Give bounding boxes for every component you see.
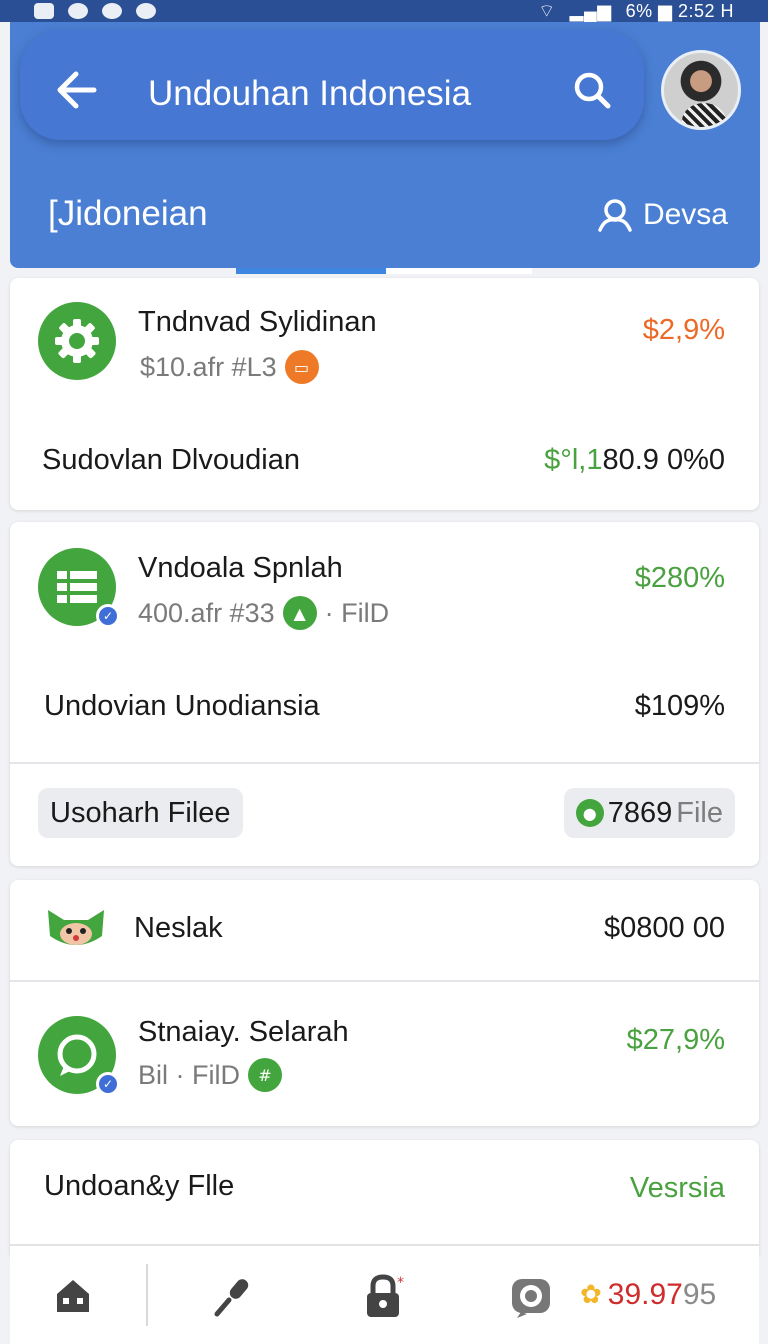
badge-icon: ▭ bbox=[284, 350, 319, 384]
file-count: 7869 bbox=[607, 796, 673, 829]
avatar-body bbox=[682, 103, 726, 127]
search-bar[interactable]: Undouhan Indonesia bbox=[20, 30, 644, 140]
row-value: $0800 00 bbox=[604, 912, 725, 944]
nav-camera[interactable] bbox=[506, 1271, 556, 1321]
nav-lock[interactable]: * bbox=[360, 1271, 410, 1321]
item-subtitle: Bil · FilD # bbox=[138, 1058, 282, 1092]
status-bar: ⌔ ▂▄▆ 6% ▆ 2:52 H bbox=[0, 0, 768, 22]
item-subtitle-text: $10.afr #L3 bbox=[140, 351, 277, 382]
row-value: $109% bbox=[634, 690, 725, 722]
nav-voice[interactable] bbox=[208, 1271, 258, 1321]
lock-icon: * bbox=[367, 1274, 404, 1317]
item-subtitle-text: Bil · FilD bbox=[138, 1059, 240, 1090]
app-icon-3: ✓ bbox=[38, 1016, 120, 1096]
bottom-nav: * ✿ 39.97 95 bbox=[10, 1244, 759, 1344]
app-icon-1 bbox=[38, 302, 116, 380]
user-filter-label: Devsa bbox=[642, 198, 728, 231]
app-header: Undouhan Indonesia [Jidoneian Devsa bbox=[10, 22, 760, 268]
row-value-b: 80.9 0%0 bbox=[602, 444, 725, 476]
chat-bubble-icon bbox=[57, 1034, 97, 1076]
item-title: Stnaiay. Selarah bbox=[138, 1016, 349, 1048]
location-icon bbox=[136, 3, 156, 19]
nav-separator bbox=[146, 1264, 148, 1326]
search-title: Undouhan Indonesia bbox=[148, 74, 472, 113]
item-value: $2,9% bbox=[642, 314, 725, 346]
row-label: Undovian Unodiansia bbox=[44, 690, 320, 722]
file-count-chip[interactable]: ● 7869 File bbox=[563, 788, 735, 838]
flower-icon: ✿ bbox=[580, 1280, 602, 1310]
item-subtitle: $10.afr #L3 ▭ bbox=[140, 350, 319, 384]
wifi-icon: ⌔ bbox=[538, 0, 556, 21]
item-subtitle: 400.afr #33 ▲ · FilD bbox=[138, 596, 389, 630]
svg-text:*: * bbox=[397, 1275, 404, 1291]
search-button[interactable] bbox=[566, 64, 618, 116]
signal-icon: ▂▄▆ bbox=[569, 0, 612, 21]
status-text: 6% ▆ 2:52 H bbox=[625, 0, 734, 21]
item-value: $280% bbox=[634, 562, 725, 594]
avatar[interactable] bbox=[661, 50, 741, 130]
app-icon-2: ✓ bbox=[38, 548, 120, 628]
gallery-icon bbox=[34, 3, 54, 19]
nav-score[interactable]: ✿ 39.97 95 bbox=[580, 1278, 716, 1312]
home-icon bbox=[57, 1280, 89, 1312]
item-value: $27,9% bbox=[626, 1024, 725, 1056]
user-filter[interactable]: Devsa bbox=[597, 198, 728, 232]
row-value: $°l,180.9 0%0 bbox=[544, 444, 725, 477]
verified-icon: ✓ bbox=[96, 1072, 120, 1096]
file-chip[interactable]: Usoharh Filee bbox=[38, 788, 243, 838]
search-icon bbox=[574, 72, 611, 109]
row-title: Neslak bbox=[134, 912, 223, 944]
microphone-icon bbox=[214, 1279, 249, 1317]
file-chip-label: Usoharh Filee bbox=[50, 796, 231, 829]
clock-icon: ● bbox=[575, 799, 604, 827]
divider bbox=[10, 980, 759, 982]
mail-icon bbox=[102, 3, 122, 19]
gear-icon bbox=[55, 319, 99, 363]
divider bbox=[10, 762, 759, 764]
row-label: Undoan&y Flle bbox=[44, 1170, 235, 1202]
nav-home[interactable] bbox=[48, 1271, 98, 1321]
back-arrow-icon bbox=[57, 71, 97, 109]
item-title: Tndnvad Sylidinan bbox=[138, 306, 377, 338]
camera-icon bbox=[512, 1279, 550, 1318]
section-title: [Jidoneian bbox=[48, 194, 208, 233]
row-label: Sudovlan Dlvoudian bbox=[42, 444, 300, 476]
row-value-a: $°l,1 bbox=[544, 444, 603, 476]
card-4[interactable]: Undoan&y Flle Vesrsia bbox=[10, 1140, 759, 1260]
score-main: 39.97 bbox=[607, 1278, 683, 1311]
hashtag-icon: # bbox=[248, 1058, 282, 1092]
card-2[interactable]: ✓ Vndoala Spnlah 400.afr #33 ▲ · FilD $2… bbox=[10, 522, 759, 866]
tab-indicator bbox=[236, 268, 532, 274]
item-subtitle-text: 400.afr #33 bbox=[138, 597, 275, 628]
item-subtitle-tail: · FilD bbox=[324, 597, 390, 628]
status-right: ⌔ ▂▄▆ 6% ▆ 2:52 H bbox=[538, 0, 734, 23]
fox-mascot-icon bbox=[48, 910, 104, 945]
triangle-badge-icon: ▲ bbox=[282, 596, 317, 630]
verified-icon: ✓ bbox=[96, 604, 120, 628]
status-left-icons bbox=[34, 3, 156, 19]
card-1[interactable]: Tndnvad Sylidinan $10.afr #L3 ▭ $2,9% Su… bbox=[10, 278, 759, 510]
sync-icon bbox=[68, 3, 88, 19]
file-count-unit: File bbox=[676, 796, 723, 829]
row-value: Vesrsia bbox=[629, 1172, 725, 1204]
card-3[interactable]: Neslak $0800 00 ✓ Stnaiay. Selarah Bil ·… bbox=[10, 880, 759, 1126]
score-tail: 95 bbox=[682, 1278, 717, 1311]
spreadsheet-icon bbox=[57, 571, 97, 603]
back-button[interactable] bbox=[46, 60, 106, 120]
person-icon bbox=[598, 199, 632, 232]
item-title: Vndoala Spnlah bbox=[138, 552, 343, 584]
